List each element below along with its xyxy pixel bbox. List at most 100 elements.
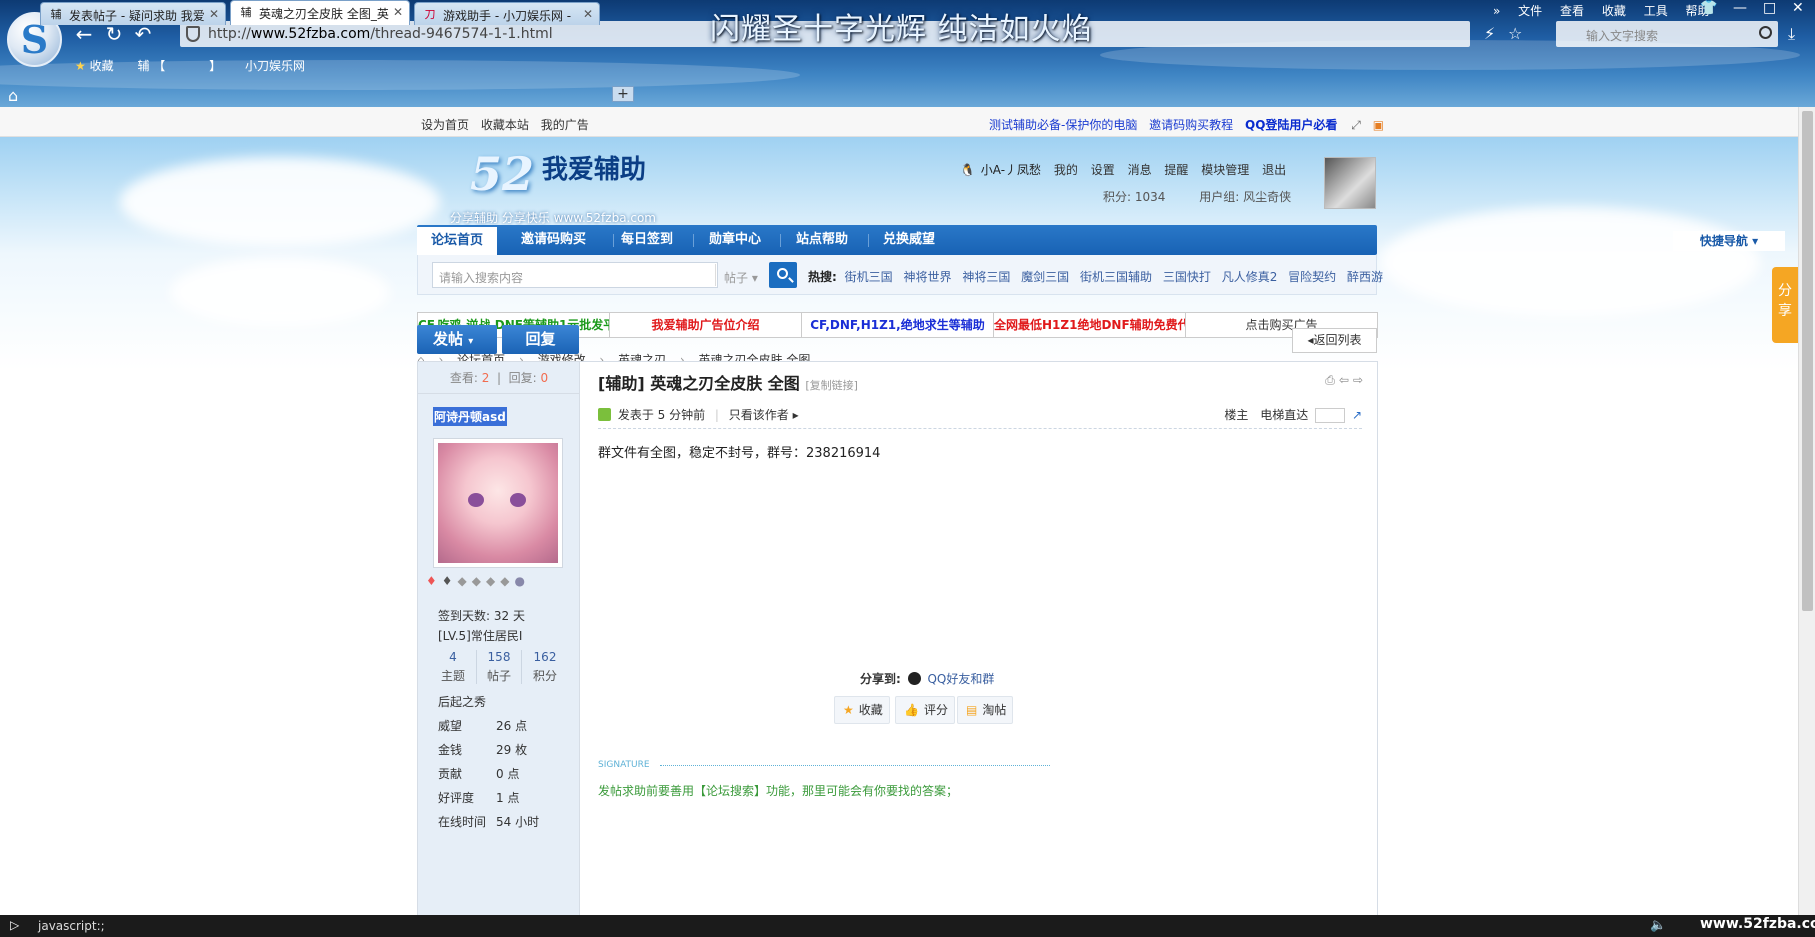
quick-nav-dropdown[interactable]: 快捷导航 ▾ xyxy=(1673,231,1785,251)
browser-search-input[interactable]: 输入文字搜索 xyxy=(1556,21,1778,47)
hot-link[interactable]: 神将世界 xyxy=(903,270,951,284)
search-type-select[interactable]: 帖子 ▾ xyxy=(715,264,770,286)
hot-link[interactable]: 街机三国辅助 xyxy=(1080,270,1152,284)
menu-file[interactable]: 文件 xyxy=(1518,4,1542,18)
rate-button[interactable]: 👍 评分 xyxy=(895,696,955,724)
fullscreen-icon[interactable]: ⤢ xyxy=(1351,118,1361,132)
new-post-button[interactable]: 发帖 ▾ xyxy=(417,325,497,354)
share-qq-link[interactable]: QQ好友和群 xyxy=(927,672,994,686)
ad-link[interactable]: 我爱辅助广告位介绍 xyxy=(610,313,802,337)
user-level[interactable]: [LV.5]常住居民I xyxy=(438,627,522,644)
close-icon[interactable]: ✕ xyxy=(1792,0,1804,16)
url-text[interactable]: http://www.52fzba.com/thread-9467574-1-1… xyxy=(208,26,553,42)
site-logo[interactable]: 52 我爱辅助 分享辅助 分享快乐 www.52fzba.com xyxy=(450,147,656,225)
new-tab-button[interactable]: + xyxy=(612,86,634,102)
bookmark-site-link[interactable]: 收藏本站 xyxy=(481,118,529,132)
logout-link[interactable]: 退出 xyxy=(1262,163,1286,177)
nav-help[interactable]: 站点帮助 xyxy=(796,225,848,255)
hot-link[interactable]: 三国快打 xyxy=(1163,270,1211,284)
floor-input[interactable] xyxy=(1315,408,1346,423)
badge-icon[interactable]: ♦ xyxy=(426,574,442,588)
prev-thread-icon[interactable]: ⇦ xyxy=(1339,373,1353,387)
bookmark-favorites[interactable]: ★ 收藏 xyxy=(75,59,114,73)
author-name[interactable]: 阿诗丹顿asd xyxy=(433,407,507,426)
home-icon[interactable]: ⌂ xyxy=(8,86,18,105)
hot-link[interactable]: 凡人修真2 xyxy=(1222,270,1278,284)
nav-invite-buy[interactable]: 邀请码购买 xyxy=(521,225,586,255)
close-tab-icon[interactable]: ✕ xyxy=(583,7,593,21)
reply-button[interactable]: 回复 xyxy=(502,325,579,354)
search-icon[interactable] xyxy=(1759,26,1772,39)
menu-expand-icon[interactable]: » xyxy=(1493,4,1500,18)
qq-login-link[interactable]: QQ登陆用户必看 xyxy=(1245,118,1337,132)
user-points[interactable]: 积分: 1034 xyxy=(1103,190,1165,204)
collect-button[interactable]: ▤ 淘帖 xyxy=(957,696,1014,724)
messages-link[interactable]: 消息 xyxy=(1128,163,1152,177)
print-icon[interactable]: ⎙ xyxy=(1325,373,1339,387)
ad-link[interactable]: 全网最低H1Z1绝地DNF辅助免费代 xyxy=(994,313,1186,337)
set-homepage-link[interactable]: 设为首页 xyxy=(421,118,469,132)
color-theme-icon[interactable]: ▣ xyxy=(1373,118,1384,132)
lightning-icon[interactable]: ⚡ xyxy=(1484,24,1495,43)
hot-link[interactable]: 魔剑三国 xyxy=(1021,270,1069,284)
author-rank[interactable]: 后起之秀 xyxy=(438,693,486,710)
my-ads-link[interactable]: 我的广告 xyxy=(541,118,589,132)
close-tab-icon[interactable]: ✕ xyxy=(209,7,219,21)
settings-link[interactable]: 设置 xyxy=(1091,163,1115,177)
search-button[interactable] xyxy=(769,262,797,288)
bookmark-item[interactable]: 辅 【 xyxy=(137,59,165,73)
module-manage-link[interactable]: 模块管理 xyxy=(1201,163,1249,177)
maximize-icon[interactable]: □ xyxy=(1763,0,1776,16)
minimize-icon[interactable]: — xyxy=(1733,0,1747,16)
avatar[interactable] xyxy=(1324,157,1376,209)
elevator-go-icon[interactable]: ↗ xyxy=(1352,408,1362,422)
back-to-list-button[interactable]: ◂返回列表 xyxy=(1292,328,1377,353)
tab[interactable]: 辅 发表帖子 - 疑问求助 我爱 ✕ xyxy=(40,2,226,25)
username[interactable]: 小A-丿凤愁 xyxy=(981,163,1041,177)
copy-link[interactable]: [复制链接] xyxy=(805,379,858,392)
bookmark-item[interactable]: 小刀娱乐网 xyxy=(245,59,305,73)
promo-link[interactable]: 测试辅助必备-保护你的电脑 xyxy=(989,118,1137,132)
bookmark-item[interactable]: 】 xyxy=(209,59,221,73)
sidebar-toggle-icon[interactable]: ▷ xyxy=(10,918,19,932)
count-posts[interactable]: 158 帖子 xyxy=(476,650,522,684)
promo-link[interactable]: 邀请码购买教程 xyxy=(1149,118,1233,132)
alerts-link[interactable]: 提醒 xyxy=(1164,163,1188,177)
menu-favorites[interactable]: 收藏 xyxy=(1602,4,1626,18)
help-icon[interactable]: ● xyxy=(514,574,529,588)
nav-medals[interactable]: 勋章中心 xyxy=(709,225,761,255)
tab[interactable]: 刀 游戏助手 - 小刀娱乐网 - ✕ xyxy=(414,2,600,25)
qq-icon[interactable] xyxy=(907,672,921,685)
hot-link[interactable]: 冒险契约 xyxy=(1288,270,1336,284)
scrollbar-thumb[interactable] xyxy=(1802,111,1813,611)
hot-link[interactable]: 神将三国 xyxy=(962,270,1010,284)
download-icon[interactable]: ⤓ xyxy=(1788,24,1795,44)
count-threads[interactable]: 4 主题 xyxy=(430,650,476,684)
count-points[interactable]: 162 积分 xyxy=(522,650,568,684)
floating-share-button[interactable]: 分享 xyxy=(1772,267,1798,343)
skin-icon[interactable]: 👕 xyxy=(1700,0,1717,16)
favorite-button[interactable]: ★ 收藏 xyxy=(834,696,890,724)
next-thread-icon[interactable]: ⇨ xyxy=(1353,373,1367,387)
undo-icon[interactable]: ↶ xyxy=(131,22,155,46)
author-avatar[interactable] xyxy=(433,438,563,568)
menu-view[interactable]: 查看 xyxy=(1560,4,1584,18)
nav-exchange[interactable]: 兑换威望 xyxy=(883,225,935,255)
nav-forum-home[interactable]: 论坛首页 xyxy=(417,227,498,255)
back-arrow-icon[interactable]: ← xyxy=(72,22,96,46)
user-group[interactable]: 用户组: 风尘奇侠 xyxy=(1199,190,1291,204)
scrollbar[interactable] xyxy=(1798,107,1815,915)
nav-daily-signin[interactable]: 每日签到 xyxy=(621,225,673,255)
volume-icon[interactable]: 🔈 xyxy=(1650,918,1666,933)
search-input[interactable]: 请输入搜索内容 帖子 ▾ xyxy=(432,262,758,288)
ad-link[interactable]: CF,DNF,H1Z1,绝地求生等辅助 xyxy=(802,313,994,337)
tab-active[interactable]: 辅 英魂之刃全皮肤 全图_英 ✕ xyxy=(230,0,410,25)
hot-link[interactable]: 街机三国 xyxy=(845,270,893,284)
my-menu[interactable]: 我的 xyxy=(1054,163,1078,177)
star-icon[interactable]: ☆ xyxy=(1508,24,1522,43)
badge-icon[interactable]: ♦ xyxy=(442,574,458,588)
only-author-link[interactable]: 只看该作者 xyxy=(729,408,789,422)
hot-link[interactable]: 醉西游 xyxy=(1347,270,1383,284)
close-tab-icon[interactable]: ✕ xyxy=(393,5,403,19)
menu-tools[interactable]: 工具 xyxy=(1644,4,1668,18)
